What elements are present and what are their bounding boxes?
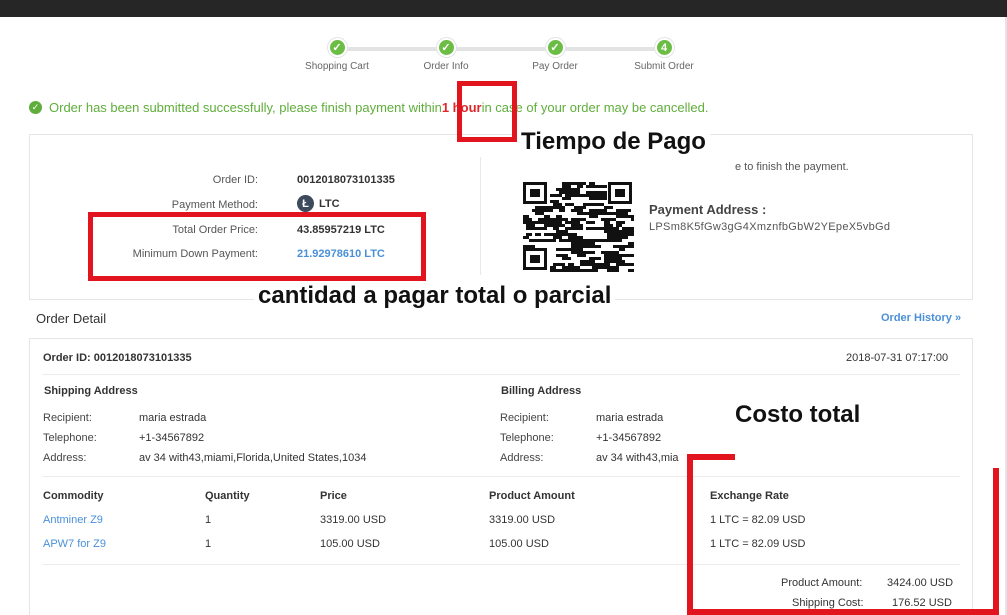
divider [42, 374, 960, 375]
annotation-line [687, 454, 735, 460]
shipping-recipient-label: Recipient: [43, 412, 92, 424]
col-quantity: Quantity [205, 490, 250, 502]
col-exchange-rate: Exchange Rate [710, 490, 789, 502]
success-notice: ✓ Order has been submitted successfully,… [29, 100, 708, 115]
billing-recipient-label: Recipient: [500, 412, 549, 424]
payment-method-text: LTC [319, 197, 340, 210]
billing-phone: +1-34567892 [596, 432, 662, 444]
step-pay-order: ✓ Pay Order [500, 38, 610, 72]
check-icon: ✓ [545, 38, 565, 57]
success-check-icon: ✓ [29, 101, 42, 114]
col-price: Price [320, 490, 347, 502]
annotation-total-cost: Costo total [731, 401, 865, 429]
row-price: 3319.00 USD [320, 514, 387, 526]
step-submit-order: 4 Submit Order [609, 38, 719, 72]
order-detail-panel: Order ID: 0012018073101335 2018-07-31 07… [29, 338, 973, 615]
panel-divider [480, 157, 481, 275]
annotation-pay-time: Tiempo de Pago [517, 128, 710, 156]
payment-hint: e to finish the payment. [735, 161, 849, 173]
row-quantity: 1 [205, 538, 212, 550]
order-detail-title: Order Detail [36, 311, 107, 326]
commodity-link[interactable]: APW7 for Z9 [43, 538, 106, 550]
divider [42, 476, 960, 477]
order-id-row: Order ID: 0012018073101335 [30, 174, 470, 190]
double-chevron-right-icon: » [954, 312, 962, 324]
col-product-amount: Product Amount [489, 490, 575, 502]
row-rate: 1 LTC = 82.09 USD [710, 514, 806, 526]
top-bar [0, 0, 1007, 17]
step-label: Pay Order [532, 61, 578, 72]
shipping-cost-value: 176.52 USD [892, 597, 952, 609]
annotation-box-time [457, 81, 517, 142]
annotation-box-amount [88, 212, 426, 281]
payment-method-value: Ł LTC [297, 195, 340, 212]
product-amount-label: Product Amount: [781, 577, 863, 589]
order-history-label: Order History [881, 312, 952, 324]
shipping-address: av 34 with43,miami,Florida,United States… [139, 452, 367, 464]
order-id-label: Order ID: [212, 174, 258, 186]
row-amount: 105.00 USD [489, 538, 549, 550]
order-datetime: 2018-07-31 07:17:00 [846, 352, 949, 364]
billing-address-title: Billing Address [501, 385, 582, 397]
annotation-amount: cantidad a pagar total o parcial [254, 282, 616, 310]
row-quantity: 1 [205, 514, 212, 526]
shipping-cost-label: Shipping Cost: [792, 597, 864, 609]
litecoin-icon: Ł [297, 195, 314, 212]
payment-address[interactable]: LPSm8K5fGw3gG4XmznfbGbW2YEpeX5vbGd [649, 221, 890, 233]
notice-text: Order has been submitted successfully, p… [49, 100, 442, 115]
annotation-line [687, 454, 693, 615]
row-amount: 3319.00 USD [489, 514, 556, 526]
qr-code[interactable] [521, 180, 634, 272]
billing-address: av 34 with43,mia [596, 452, 679, 464]
annotation-line [993, 468, 999, 615]
col-commodity: Commodity [43, 490, 104, 502]
commodity-link[interactable]: Antminer Z9 [43, 514, 103, 526]
detail-order-id: Order ID: 0012018073101335 [43, 352, 192, 364]
billing-phone-label: Telephone: [500, 432, 554, 444]
row-price: 105.00 USD [320, 538, 380, 550]
step-label: Shopping Cart [305, 61, 369, 72]
divider [42, 564, 960, 565]
check-icon: ✓ [436, 38, 456, 57]
row-rate: 1 LTC = 82.09 USD [710, 538, 806, 550]
shipping-phone-label: Telephone: [43, 432, 97, 444]
payment-method-label: Payment Method: [171, 199, 258, 211]
shipping-phone: +1-34567892 [139, 432, 205, 444]
product-amount-total: 3424.00 USD [887, 577, 954, 589]
shipping-address-label: Address: [43, 452, 87, 464]
step-order-info: ✓ Order Info [391, 38, 501, 72]
order-id-value: 0012018073101335 [297, 174, 395, 186]
step-label: Order Info [423, 61, 469, 72]
order-history-link[interactable]: Order History » [881, 312, 961, 324]
step-label: Submit Order [634, 61, 694, 72]
check-icon: ✓ [327, 38, 347, 57]
shipping-recipient: maria estrada [139, 412, 207, 424]
payment-address-label: Payment Address : [649, 202, 767, 217]
billing-recipient: maria estrada [596, 412, 664, 424]
step-shopping-cart: ✓ Shopping Cart [282, 38, 392, 72]
step-number: 4 [654, 38, 674, 57]
shipping-address-title: Shipping Address [44, 385, 138, 397]
annotation-line [687, 609, 999, 615]
billing-address-label: Address: [500, 452, 544, 464]
